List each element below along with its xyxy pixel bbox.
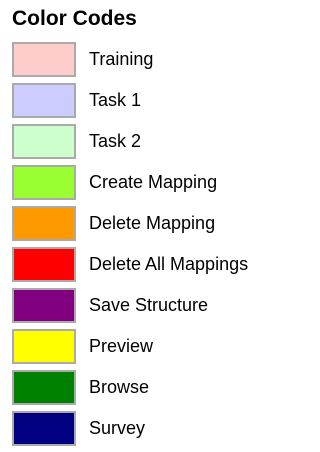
legend-label-preview: Preview: [89, 336, 154, 356]
color-swatch-browse: [12, 370, 76, 405]
color-swatch-task-1: [12, 83, 76, 118]
legend-label-delete-all-mappings: Delete All Mappings: [89, 254, 249, 274]
legend-label-save-structure: Save Structure: [89, 295, 209, 315]
color-swatch-delete-all-mappings: [12, 247, 76, 282]
color-swatch-save-structure: [12, 288, 76, 323]
color-swatch-task-2: [12, 124, 76, 159]
legend-item-browse: Browse: [12, 370, 248, 405]
color-swatch-delete-mapping: [12, 206, 76, 241]
legend-item-preview: Preview: [12, 329, 248, 364]
legend-label-training: Training: [89, 49, 154, 69]
legend-item-survey: Survey: [12, 411, 248, 446]
color-swatch-survey: [12, 411, 76, 446]
color-swatch-preview: [12, 329, 76, 364]
legend-item-save-structure: Save Structure: [12, 288, 248, 323]
legend-item-training: Training: [12, 42, 248, 77]
legend-item-task-1: Task 1: [12, 83, 248, 118]
legend-item-create-mapping: Create Mapping: [12, 165, 248, 200]
legend-item-delete-mapping: Delete Mapping: [12, 206, 248, 241]
legend-label-browse: Browse: [89, 377, 150, 397]
legend-item-task-2: Task 2: [12, 124, 248, 159]
color-legend: Training Task 1 Task 2 Create Mapping De…: [12, 42, 248, 452]
legend-label-create-mapping: Create Mapping: [89, 172, 218, 192]
color-swatch-training: [12, 42, 76, 77]
color-swatch-create-mapping: [12, 165, 76, 200]
legend-label-task-1: Task 1: [89, 90, 142, 110]
legend-label-task-2: Task 2: [89, 131, 142, 151]
legend-title: Color Codes: [12, 7, 137, 30]
legend-label-survey: Survey: [89, 418, 146, 438]
legend-item-delete-all-mappings: Delete All Mappings: [12, 247, 248, 282]
legend-label-delete-mapping: Delete Mapping: [89, 213, 216, 233]
